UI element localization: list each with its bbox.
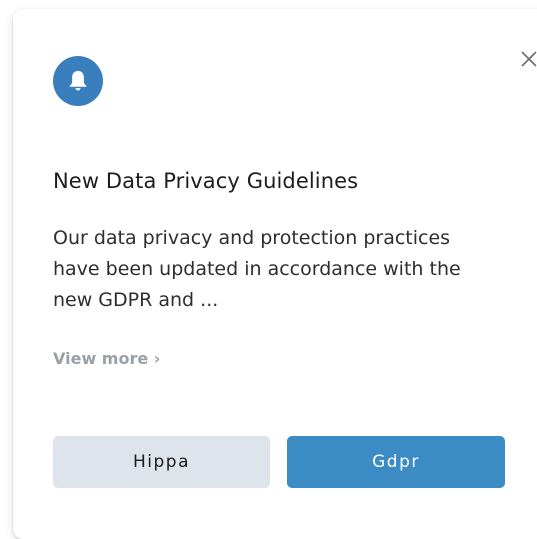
gdpr-button[interactable]: Gdpr xyxy=(287,436,505,488)
notification-card: New Data Privacy Guidelines Our data pri… xyxy=(13,9,537,539)
view-more-link[interactable]: View more › xyxy=(53,347,160,371)
hippa-button[interactable]: Hippa xyxy=(53,436,270,488)
notification-badge xyxy=(53,56,103,106)
close-button[interactable] xyxy=(506,36,537,82)
close-icon xyxy=(521,51,537,67)
bell-icon xyxy=(69,70,87,91)
notification-body: Our data privacy and protection practice… xyxy=(53,227,461,311)
notification-title: New Data Privacy Guidelines xyxy=(53,169,359,193)
